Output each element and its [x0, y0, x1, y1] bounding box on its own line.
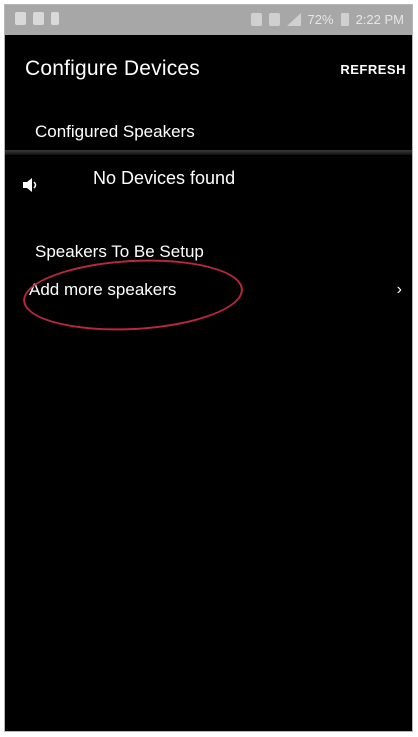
- divider: [5, 150, 412, 155]
- status-bar: 72% 2:22 PM: [5, 5, 412, 35]
- storage-icon: [51, 12, 59, 25]
- alert-icon: [33, 12, 44, 25]
- no-devices-message: No Devices found: [93, 168, 236, 188]
- clock: 2:22 PM: [355, 12, 404, 27]
- speakers-to-be-setup-header: Speakers To Be Setup: [35, 242, 204, 261]
- chevron-right-icon: ›: [396, 281, 402, 298]
- add-more-speakers-item[interactable]: Add more speakers ›: [5, 275, 412, 309]
- mute-icon: [250, 13, 262, 26]
- wifi-icon: [268, 13, 280, 26]
- add-more-speakers-label: Add more speakers: [29, 280, 177, 299]
- configured-speakers-header: Configured Speakers: [35, 122, 195, 141]
- page-title: Configure Devices: [25, 57, 200, 80]
- battery-percent: 72%: [307, 12, 334, 27]
- speaker-icon: [23, 178, 37, 192]
- battery-icon: [340, 13, 349, 26]
- app-screen: 72% 2:22 PM Configure Devices REFRESH Co…: [4, 4, 413, 732]
- notification-icon: [15, 12, 26, 25]
- status-bar-notifications: [15, 12, 59, 25]
- signal-icon: [286, 13, 301, 26]
- status-bar-system: 72% 2:22 PM: [250, 12, 404, 27]
- refresh-button[interactable]: REFRESH: [340, 62, 406, 77]
